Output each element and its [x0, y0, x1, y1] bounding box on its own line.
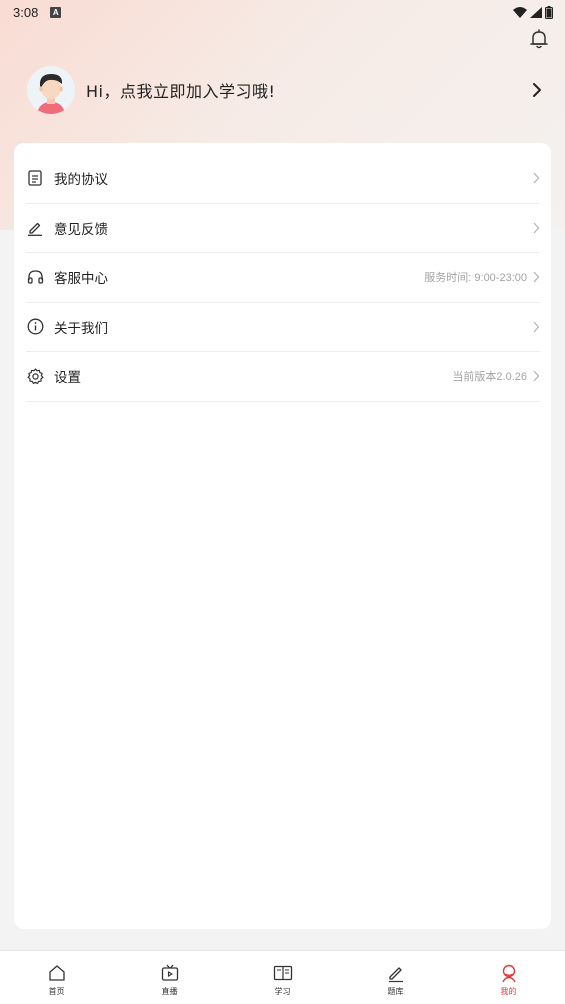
tab-label: 直播 — [161, 987, 178, 996]
gear-icon — [26, 367, 44, 385]
menu-list: 我的协议 意见反馈 客服中心 服务时间: 9:00-23:00 关于我们 设置 … — [26, 154, 540, 402]
tab-label: 首页 — [48, 987, 65, 996]
avatar-icon — [27, 66, 75, 114]
menu-item-label: 意见反馈 — [54, 221, 108, 238]
tab-study[interactable]: 学习 — [226, 951, 339, 1004]
battery-icon — [545, 5, 553, 19]
menu-item-agreement[interactable]: 我的协议 — [26, 154, 540, 204]
menu-item-settings[interactable]: 设置 当前版本2.0.26 — [26, 352, 540, 402]
login-greeting: Hi，点我立即加入学习哦! — [86, 82, 276, 101]
bottom-tab-bar: 首页 直播 学习 题库 我的 — [0, 950, 565, 1004]
avatar[interactable] — [27, 66, 75, 114]
service-hours: 服务时间: 9:00-23:00 — [424, 272, 527, 285]
home-icon — [48, 965, 65, 981]
chevron-right-icon — [533, 370, 540, 382]
bell-icon[interactable] — [528, 28, 550, 50]
menu-item-label: 关于我们 — [54, 320, 108, 337]
chevron-right-icon — [533, 222, 540, 234]
tab-question-bank[interactable]: 题库 — [339, 951, 452, 1004]
wifi-icon — [513, 6, 527, 18]
info-icon — [26, 318, 44, 336]
tv-icon — [161, 964, 178, 981]
status-bar: 3:08 A — [0, 0, 565, 24]
chevron-right-icon — [533, 321, 540, 333]
status-time: 3:08 — [13, 4, 39, 20]
pencil-icon — [388, 967, 403, 983]
app-version: 当前版本2.0.26 — [452, 371, 527, 384]
menu-card: 我的协议 意见反馈 客服中心 服务时间: 9:00-23:00 关于我们 设置 … — [14, 143, 551, 929]
profile-login-banner[interactable]: Hi，点我立即加入学习哦! — [27, 66, 547, 114]
headset-icon — [26, 268, 44, 286]
tab-label: 学习 — [274, 987, 291, 996]
tab-mine[interactable]: 我的 — [452, 951, 565, 1004]
tab-label: 我的 — [500, 987, 517, 996]
menu-item-about-us[interactable]: 关于我们 — [26, 303, 540, 352]
chevron-right-icon — [533, 172, 540, 184]
pencil-icon — [26, 219, 44, 237]
menu-item-customer-service[interactable]: 客服中心 服务时间: 9:00-23:00 — [26, 253, 540, 303]
menu-item-label: 我的协议 — [54, 172, 108, 189]
tab-label: 题库 — [387, 987, 404, 996]
menu-item-label: 客服中心 — [54, 271, 108, 288]
menu-item-label: 设置 — [54, 370, 81, 387]
menu-item-feedback[interactable]: 意见反馈 — [26, 204, 540, 253]
a-badge-icon: A — [50, 6, 62, 18]
book-icon — [273, 965, 292, 981]
tab-live[interactable]: 直播 — [113, 951, 226, 1004]
document-icon — [26, 169, 44, 187]
tab-home[interactable]: 首页 — [0, 951, 113, 1004]
signal-icon — [530, 6, 542, 18]
chevron-right-icon — [533, 271, 540, 283]
user-icon — [501, 964, 516, 983]
chevron-right-icon — [533, 83, 541, 97]
